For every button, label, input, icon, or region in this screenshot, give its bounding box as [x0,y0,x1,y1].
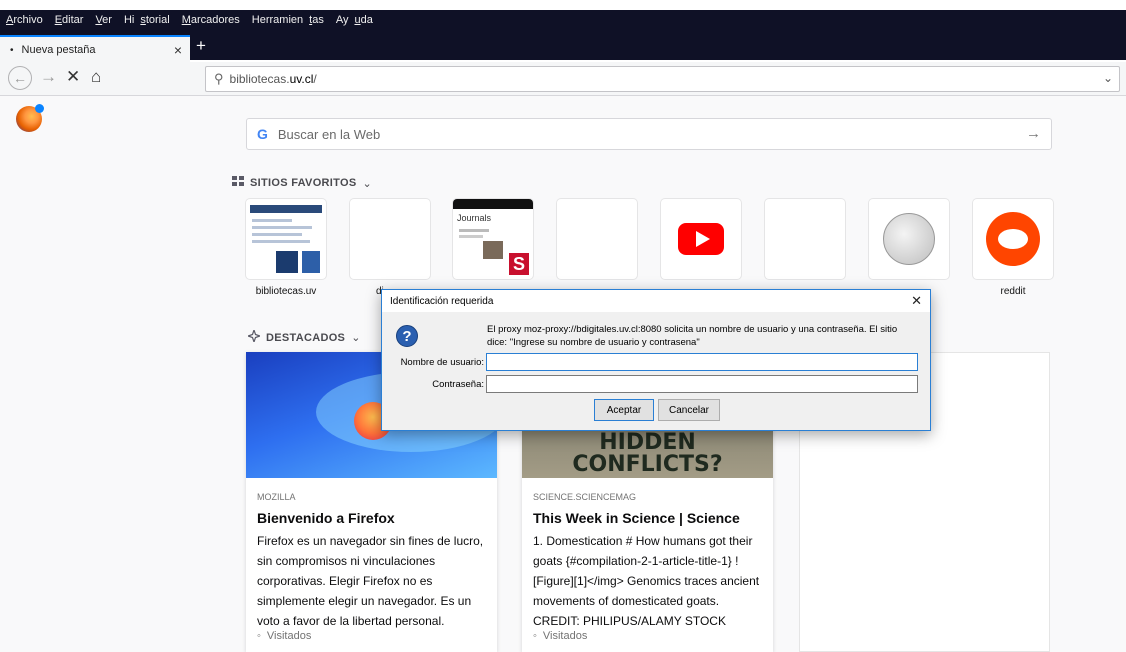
card-context: ◦ Visitados [257,630,312,642]
highlights-heading[interactable]: DESTACADOS ⌄ [246,328,361,345]
top-site-reddit[interactable]: reddit [973,199,1053,297]
cancel-button[interactable]: Cancelar [658,399,720,421]
wikipedia-icon [869,199,949,279]
card-context: ◦ Visitados [533,630,588,642]
back-button[interactable]: ← [8,66,32,90]
menu-herramientas[interactable]: Herramien tas [252,14,330,26]
home-button[interactable]: ⌂ [91,67,101,87]
top-sites-heading[interactable]: SITIOS FAVORITOS ⌄ [232,176,372,190]
top-site-label: reddit [1000,286,1026,297]
chevron-down-icon: ⌄ [362,177,372,190]
top-site-wikipedia[interactable] [869,199,949,286]
close-icon[interactable]: ✕ [911,293,922,309]
menu-marcadores[interactable]: Marcadores [182,14,246,26]
grid-icon [232,176,244,190]
card-title: Bienvenido a Firefox [257,510,395,526]
close-tab-icon[interactable]: × [174,42,182,58]
facebook-icon: f [765,199,845,279]
top-site-dtic[interactable]: DTIC Universidad de Valparaíso di [350,199,430,297]
search-placeholder: Buscar en la Web [277,126,381,142]
card-source: MOZILLA [257,492,296,502]
username-label: Nombre de usuario: [400,357,484,368]
bibliotecas-thumbnail [246,199,326,279]
url-bar[interactable]: ⚲ bibliotecas. uv.cl / ⌄ [205,66,1120,92]
new-tab-button[interactable]: + [196,36,206,56]
url-host: uv.cl [289,72,314,86]
dialog-title: Identificación requerida ✕ [382,290,930,312]
top-site-medium[interactable]: m [557,199,637,286]
stop-button[interactable]: ✕ [66,67,80,87]
top-site-science[interactable]: Journals S [453,199,533,286]
top-sites-grid: bibliotecas.uv DTIC Universidad de Valpa… [246,199,1056,299]
menu-archivo[interactable]: Archivo [6,14,49,26]
loading-dot-icon: • [10,44,14,56]
menu-ver[interactable]: Ver [95,14,118,26]
menu-historial[interactable]: Hi storial [124,14,176,26]
firefox-logo-icon [16,104,44,132]
history-icon: ◦ [257,630,261,642]
search-icon: ⚲ [214,71,224,86]
menu-bar: Archivo Editar Ver Hi storial Marcadores … [0,10,1126,30]
question-icon: ? [396,325,418,347]
dialog-message: El proxy moz-proxy://bdigitales.uv.cl:80… [487,324,898,348]
dtic-thumbnail: DTIC Universidad de Valparaíso [350,199,430,279]
card-description: 1. Domestication # How humans got their … [533,534,760,628]
reddit-icon [973,199,1053,279]
card-title: This Week in Science | Science [533,510,740,526]
top-site-bibliotecas[interactable]: bibliotecas.uv [246,199,326,297]
history-icon: ◦ [533,630,537,642]
highlights-icon [246,328,262,345]
top-site-facebook[interactable]: f [765,199,845,286]
url-suffix: / [313,72,317,86]
auth-dialog: Identificación requerida ✕ ? El proxy mo… [381,289,931,431]
card-description: Firefox es un navegador sin fines de luc… [257,534,484,628]
menu-editar[interactable]: Editar [55,14,90,26]
username-field[interactable] [486,353,918,371]
top-site-youtube[interactable] [661,199,741,286]
web-search-box[interactable]: G Buscar en la Web → [246,118,1052,150]
accept-button[interactable]: Aceptar [594,399,654,421]
navigation-toolbar: ← → ✕ ⌂ ⚲ bibliotecas. uv.cl / ⌄ [0,62,1126,96]
search-go-icon[interactable]: → [1026,125,1041,142]
medium-icon: m [557,199,637,279]
password-field[interactable] [486,375,918,393]
tab-title: Nueva pestaña [21,44,96,56]
password-label: Contraseña: [432,379,484,390]
chevron-down-icon: ⌄ [351,332,361,344]
chevron-down-icon[interactable]: ⌄ [1103,71,1113,85]
tab-bar: • Nueva pestaña × + [0,30,1126,63]
top-site-label: bibliotecas.uv [255,286,317,297]
forward-button[interactable]: → [40,67,57,87]
google-icon: G [257,126,268,142]
url-prefix: bibliotecas. [229,72,290,86]
card-source: SCIENCE.SCIENCEMAG [533,492,637,502]
youtube-icon [661,199,741,279]
tab-nueva-pestana[interactable]: • Nueva pestaña × [0,35,190,63]
science-journals-thumbnail: Journals S [453,199,533,279]
menu-ayuda[interactable]: Ay uda [336,14,379,26]
